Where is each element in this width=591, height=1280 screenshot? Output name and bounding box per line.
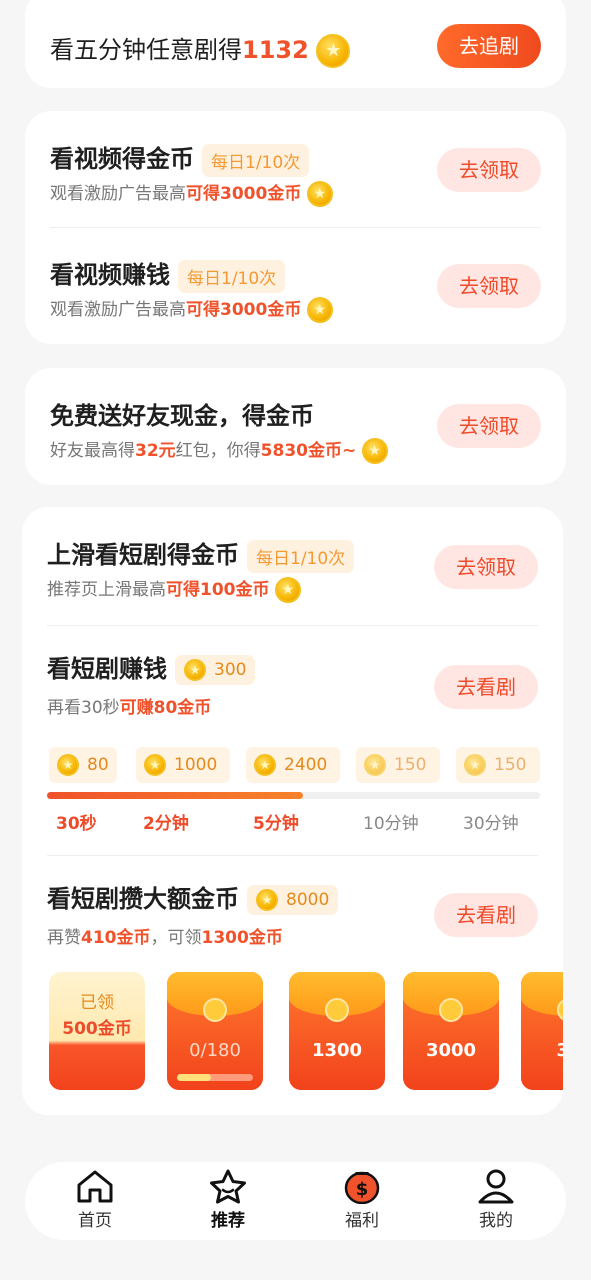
- coin-icon: [57, 754, 79, 776]
- coin-icon: [274, 577, 301, 603]
- envelope-seal-icon: [557, 998, 563, 1022]
- invite-title: 免费送好友现金，得金币: [50, 402, 314, 430]
- friend-reward: 32元: [135, 441, 176, 461]
- coin-icon: [256, 889, 278, 911]
- task-reward: 可得100金币: [166, 580, 270, 600]
- top-task-amount: 1132: [242, 36, 309, 64]
- task-desc: 推荐页上滑最高: [47, 580, 166, 600]
- video-tasks-card: 看视频得金币每日1/10次 观看激励广告最高可得3000金币 去领取 看视频赚钱…: [25, 111, 566, 344]
- red-envelope[interactable]: 30: [521, 972, 563, 1090]
- task-title: 看视频得金币: [50, 145, 194, 173]
- task-title: 上滑看短剧得金币: [47, 541, 239, 569]
- milestone-label: 30秒: [56, 814, 97, 834]
- task-desc: 观看激励广告最高: [50, 184, 186, 204]
- claim-button[interactable]: 去领取: [437, 264, 541, 308]
- watch-progress-bar: [47, 792, 540, 799]
- daily-limit-tag: 每日1/10次: [178, 259, 286, 293]
- milestone-label: 2分钟: [143, 814, 189, 834]
- coin-icon: [316, 34, 351, 68]
- coin-icon: [464, 754, 486, 776]
- milestone-chip: 1000: [136, 747, 230, 783]
- milestone-chip: 2400: [246, 747, 340, 783]
- task-desc: 再看30秒: [47, 698, 120, 718]
- task-title: 看短剧赚钱: [47, 655, 167, 683]
- milestone-label: 5分钟: [253, 814, 299, 834]
- invite-card: 免费送好友现金，得金币 好友最高得32元红包，你得5830金币~ 去领取: [25, 368, 566, 485]
- task-title: 看短剧攒大额金币: [47, 885, 239, 913]
- milestone-chip: 150: [456, 747, 540, 783]
- milestone-chip: 150: [356, 747, 440, 783]
- top-task-card: 看五分钟任意剧得1132 去追剧: [25, 0, 566, 88]
- task-desc: 观看激励广告最高: [50, 300, 186, 320]
- task-title: 看视频赚钱: [50, 261, 170, 289]
- task-reward: 可赚80金币: [119, 698, 212, 718]
- tab-label: 首页: [78, 1211, 112, 1231]
- milestone-chip: 80: [49, 747, 117, 783]
- red-envelope-claimed: 已领 500金币: [49, 972, 145, 1090]
- reward-badge: 8000: [247, 885, 339, 915]
- app-screen: 看五分钟任意剧得1132 去追剧 看视频得金币每日1/10次 观看激励广告最高可…: [0, 0, 591, 1280]
- envelope-progress: [177, 1074, 253, 1081]
- envelope-seal-icon: [325, 998, 349, 1022]
- star-icon: [210, 1169, 246, 1204]
- claim-button[interactable]: 去领取: [437, 148, 541, 192]
- watch-drama-button[interactable]: 去看剧: [434, 665, 538, 709]
- tab-recommend[interactable]: 推荐: [188, 1168, 268, 1231]
- go-watch-button[interactable]: 去追剧: [437, 24, 541, 68]
- task-row-big-coins: 看短剧攒大额金币8000 再赞410金币，可领1300金币 去看剧: [22, 855, 563, 965]
- coin-icon: [361, 438, 388, 464]
- tab-home[interactable]: 首页: [55, 1168, 135, 1231]
- tab-welfare[interactable]: $ 福利: [322, 1168, 402, 1231]
- watch-progress-fill: [47, 792, 304, 799]
- envelope-seal-icon: [439, 998, 463, 1022]
- tab-label: 我的: [479, 1211, 513, 1231]
- drama-tasks-card: 上滑看短剧得金币每日1/10次 推荐页上滑最高可得100金币 去领取 看短剧赚钱…: [22, 507, 563, 1115]
- envelope-seal-icon: [203, 998, 227, 1022]
- task-row-watch-video: 看视频得金币每日1/10次 观看激励广告最高可得3000金币 去领取: [25, 111, 566, 227]
- red-envelope[interactable]: 3000: [403, 972, 499, 1090]
- daily-limit-tag: 每日1/10次: [247, 539, 355, 573]
- coin-icon: [306, 297, 333, 323]
- coin-icon: [144, 754, 166, 776]
- watch-drama-button[interactable]: 去看剧: [434, 893, 538, 937]
- money-bag-icon: $: [344, 1171, 380, 1204]
- tab-label: 福利: [345, 1211, 379, 1231]
- red-envelope[interactable]: 0/180: [167, 972, 263, 1090]
- red-envelope[interactable]: 1300: [289, 972, 385, 1090]
- bottom-tab-bar: 首页 推荐 $ 福利 我的: [25, 1162, 566, 1240]
- user-icon: [478, 1169, 514, 1204]
- claim-button[interactable]: 去领取: [437, 404, 541, 448]
- tab-label: 推荐: [211, 1211, 245, 1231]
- milestone-label: 30分钟: [463, 814, 519, 834]
- coin-icon: [364, 754, 386, 776]
- milestone-label: 10分钟: [363, 814, 419, 834]
- coin-icon: [184, 659, 206, 681]
- home-icon: [77, 1170, 113, 1203]
- tab-profile[interactable]: 我的: [456, 1168, 536, 1231]
- coin-icon: [254, 754, 276, 776]
- daily-limit-tag: 每日1/10次: [202, 143, 310, 177]
- task-reward: 可得3000金币: [186, 300, 302, 320]
- task-reward: 可得3000金币: [186, 184, 302, 204]
- reward-badge: 300: [175, 655, 256, 685]
- task-row-video-earn: 看视频赚钱每日1/10次 观看激励广告最高可得3000金币 去领取: [25, 227, 566, 344]
- remaining-coins: 410金币: [81, 928, 151, 948]
- my-reward: 5830金币~: [260, 441, 357, 461]
- claim-button[interactable]: 去领取: [434, 545, 538, 589]
- coin-icon: [306, 181, 333, 207]
- task-row-swipe: 上滑看短剧得金币每日1/10次 推荐页上滑最高可得100金币 去领取: [22, 507, 563, 625]
- top-task-text: 看五分钟任意剧得1132: [50, 30, 351, 68]
- svg-text:$: $: [356, 1179, 369, 1200]
- claimable-coins: 1300金币: [201, 928, 283, 948]
